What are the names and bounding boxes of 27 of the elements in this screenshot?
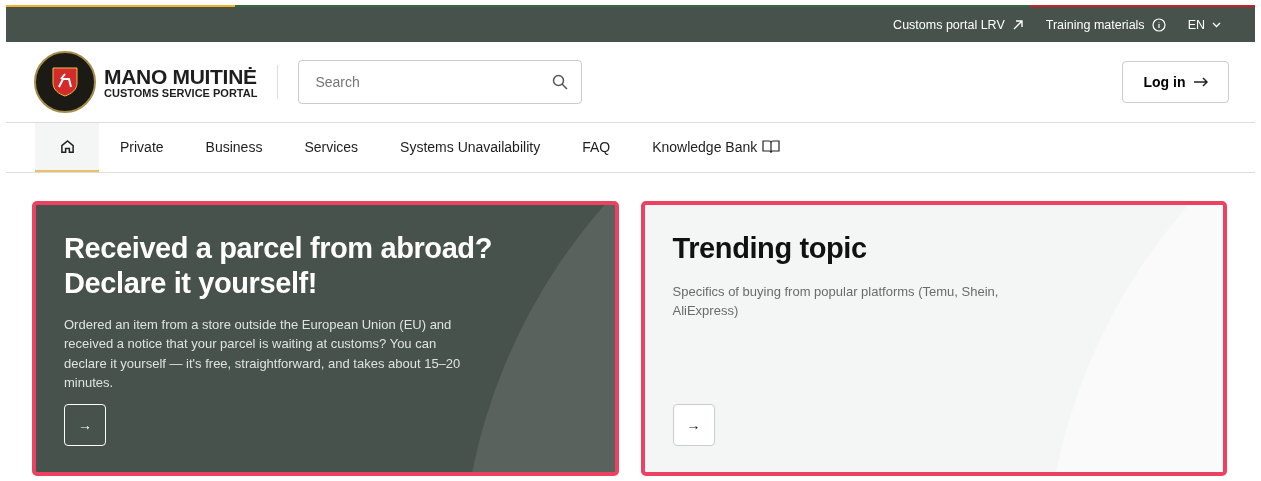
top-link[interactable]: Customs portal LRV: [893, 17, 1005, 32]
nav-item[interactable]: Services: [283, 123, 380, 172]
login-button[interactable]: Log in: [1122, 61, 1229, 103]
home-icon: [59, 139, 75, 154]
nav-item[interactable]: Systems Unavailability: [379, 123, 562, 172]
external-link-icon: [1011, 18, 1024, 31]
chevron-down-icon: [1212, 21, 1221, 28]
home-tab[interactable]: [35, 123, 99, 172]
card-title: Received a parcel from abroad? Declare it yourself!: [64, 231, 493, 301]
top-link[interactable]: Training materials: [1045, 17, 1145, 32]
arrow-button[interactable]: →: [672, 404, 715, 446]
search-field[interactable]: Search: [298, 60, 583, 104]
card-title: Trending topic: [672, 231, 868, 266]
portal-title: MANO MUITINĖ: [104, 65, 258, 87]
nav-item[interactable]: Private: [99, 123, 185, 172]
arrow-right-icon: [1193, 77, 1208, 87]
arrow-button[interactable]: →: [64, 404, 106, 446]
card-text: Ordered an item from a store outside the European Union (EU) and received a notice that your parcel is waiting at customs? You can declare it yourself — it's free, straightforward, and takes about 15–20 minutes.: [64, 315, 462, 393]
search-icon: [552, 74, 569, 90]
nav-item[interactable]: FAQ: [561, 123, 632, 172]
language-selector[interactable]: EN: [1187, 17, 1205, 32]
nav-item[interactable]: Knowledge Bank: [631, 123, 802, 172]
nav-item[interactable]: Business: [184, 123, 284, 172]
info-icon: [1151, 17, 1166, 32]
card-text: Specifics of buying from popular platforms (Temu, Shein, AliExpress): [672, 282, 1000, 321]
portal-subtitle: CUSTOMS SERVICE PORTAL: [104, 87, 258, 99]
book-icon: [762, 140, 781, 153]
